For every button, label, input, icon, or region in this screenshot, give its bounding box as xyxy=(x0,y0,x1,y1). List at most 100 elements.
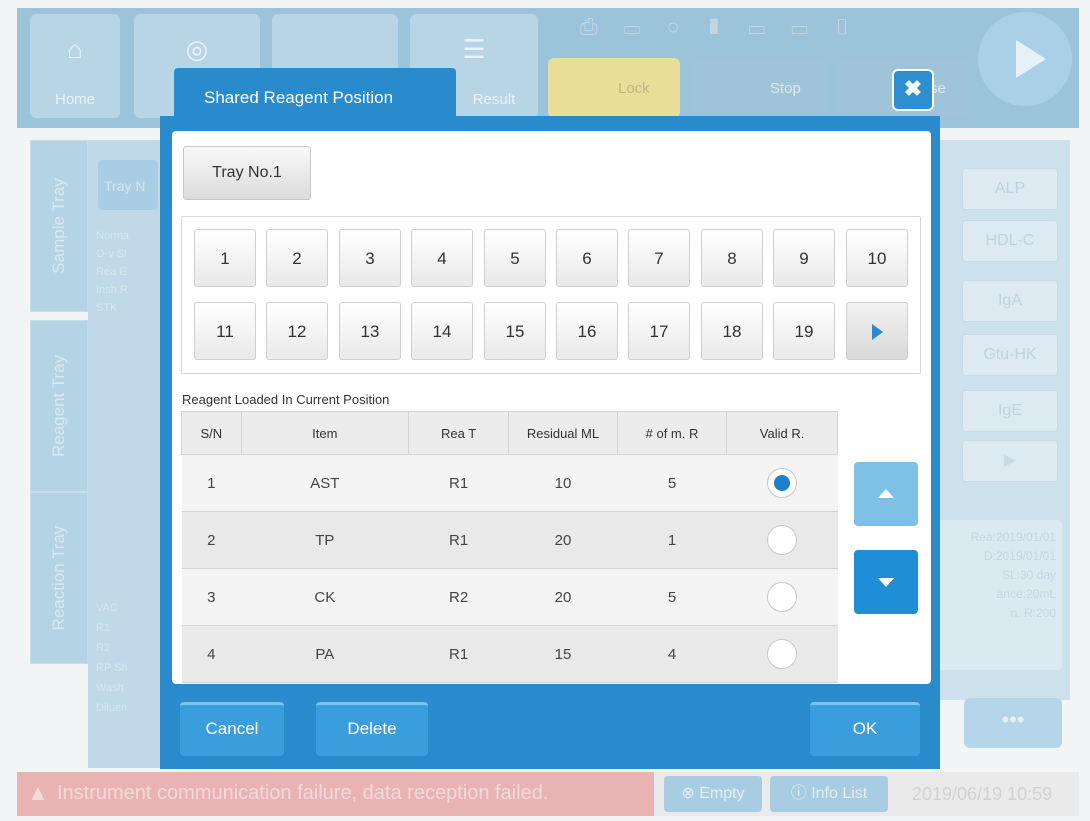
valid-radio[interactable] xyxy=(767,582,798,612)
stop-button[interactable]: Stop xyxy=(690,58,826,118)
position-button-19[interactable]: 19 xyxy=(773,302,835,360)
empty-label: Empty xyxy=(699,785,745,802)
item-button[interactable]: Gtu-HK xyxy=(962,334,1058,376)
table-row[interactable]: 3 CK R2 20 5 xyxy=(181,568,838,626)
position-button-9[interactable]: 9 xyxy=(773,229,835,287)
legend-item: Insh R xyxy=(96,284,128,296)
position-button-8[interactable]: 8 xyxy=(701,229,763,287)
stop-label: Stop xyxy=(770,80,801,97)
warning-icon: ▲ xyxy=(27,780,49,805)
error-banner[interactable]: ▲ Instrument communication failure, data… xyxy=(17,772,654,816)
lock-button[interactable]: Lock xyxy=(548,58,680,118)
cell-valid xyxy=(726,568,838,626)
item-button[interactable]: IgE xyxy=(962,390,1058,432)
tab-sample-tray[interactable]: Sample Tray xyxy=(30,140,88,312)
datetime: 2019/06/19 10:59 xyxy=(912,784,1053,804)
delete-button[interactable]: Delete xyxy=(316,702,428,756)
position-button-7[interactable]: 7 xyxy=(628,229,690,287)
cell-sn: 3 xyxy=(181,568,242,626)
cell-num-mr: 5 xyxy=(617,568,727,626)
item-button[interactable]: IgA xyxy=(962,280,1058,322)
cell-sn: 2 xyxy=(181,511,242,569)
item-button[interactable]: ALP xyxy=(962,168,1058,210)
result-icon: ☰ xyxy=(462,34,486,64)
tab-sample-tray-label: Sample Tray xyxy=(49,178,68,274)
play-button[interactable] xyxy=(978,12,1072,106)
scroll-down-button[interactable] xyxy=(854,550,918,614)
col-residual: Residual ML xyxy=(508,411,618,455)
cell-valid xyxy=(726,625,838,683)
status-icons: ⎙▭○▮▭▭▯ xyxy=(580,14,877,39)
position-button-15[interactable]: 15 xyxy=(484,302,546,360)
legend-item: Diluen xyxy=(96,702,128,714)
cell-rea-t: R1 xyxy=(408,511,509,569)
position-button-13[interactable]: 13 xyxy=(339,302,401,360)
reagent-info-box: Rea:2019/01/01 D:2019/01/01 SL:30 day an… xyxy=(938,520,1062,670)
position-button-4[interactable]: 4 xyxy=(411,229,473,287)
scroll-up-button[interactable] xyxy=(854,462,918,526)
cell-rea-t: R1 xyxy=(408,454,509,512)
info-list-button[interactable]: ⓘ Info List xyxy=(770,776,888,812)
next-page-button[interactable] xyxy=(846,302,908,360)
lock-label: Lock xyxy=(618,80,650,97)
film-reel-icon: ◎ xyxy=(185,34,209,64)
position-button-6[interactable]: 6 xyxy=(556,229,618,287)
valid-radio[interactable] xyxy=(767,639,798,669)
cell-num-mr: 4 xyxy=(617,625,727,683)
reagent-table: S/N Item Rea T Residual ML # of m. R Val… xyxy=(181,411,838,683)
col-sn: S/N xyxy=(181,411,242,455)
tab-reagent-tray[interactable]: Reagent Tray xyxy=(30,320,88,492)
legend-item: Wash xyxy=(96,682,124,694)
cell-num-mr: 1 xyxy=(617,511,727,569)
tray-select-button[interactable]: Tray No.1 xyxy=(183,146,311,200)
col-num-mr: # of m. R xyxy=(616,411,728,455)
item-button[interactable]: HDL-C xyxy=(962,220,1058,262)
position-button-12[interactable]: 12 xyxy=(266,302,328,360)
table-row[interactable]: 4 PA R1 15 4 xyxy=(181,625,838,683)
cell-residual: 10 xyxy=(508,454,618,512)
valid-radio[interactable] xyxy=(767,525,798,555)
more-button[interactable]: ••• xyxy=(964,698,1062,748)
position-button-16[interactable]: 16 xyxy=(556,302,618,360)
cancel-button[interactable]: Cancel xyxy=(180,702,284,756)
tab-reagent-tray-label: Reagent Tray xyxy=(49,354,68,458)
cell-sn: 1 xyxy=(181,454,242,512)
info-line: n. R:200 xyxy=(1010,606,1056,620)
ok-button[interactable]: OK xyxy=(810,702,920,756)
cell-residual: 20 xyxy=(508,568,618,626)
home-button[interactable]: ⌂ Home xyxy=(30,14,120,118)
position-button-14[interactable]: 14 xyxy=(411,302,473,360)
col-item: Item xyxy=(240,411,410,455)
position-button-10[interactable]: 10 xyxy=(846,229,908,287)
position-button-3[interactable]: 3 xyxy=(339,229,401,287)
table-caption: Reagent Loaded In Current Position xyxy=(182,392,390,407)
info-line: SL:30 day xyxy=(1001,568,1056,582)
side-tabs: Sample Tray Reagent Tray Reaction Tray xyxy=(30,140,88,688)
legend-item: Rea E xyxy=(96,266,127,278)
valid-radio[interactable] xyxy=(767,468,798,498)
cell-num-mr: 5 xyxy=(617,454,727,512)
position-button-18[interactable]: 18 xyxy=(701,302,763,360)
home-label: Home xyxy=(54,91,95,108)
cell-residual: 20 xyxy=(508,511,618,569)
table-row[interactable]: 1 AST R1 10 5 xyxy=(181,454,838,512)
info-line: Rea:2019/01/01 xyxy=(970,530,1056,544)
empty-button[interactable]: ⊗ Empty xyxy=(664,776,762,812)
cell-rea-t: R2 xyxy=(408,568,509,626)
cell-valid xyxy=(726,511,838,569)
close-button[interactable]: ✖ xyxy=(892,69,934,111)
tab-reaction-tray[interactable]: Reaction Tray xyxy=(30,492,88,664)
cell-rea-t: R1 xyxy=(408,625,509,683)
next-items-button[interactable]: ▶ xyxy=(962,440,1058,482)
table-header-row: S/N Item Rea T Residual ML # of m. R Val… xyxy=(181,411,838,455)
table-row[interactable]: 2 TP R1 20 1 xyxy=(181,511,838,569)
position-button-17[interactable]: 17 xyxy=(628,302,690,360)
position-button-2[interactable]: 2 xyxy=(266,229,328,287)
legend-item: RP Sh xyxy=(96,662,128,674)
position-button-1[interactable]: 1 xyxy=(194,229,256,287)
position-button-11[interactable]: 11 xyxy=(194,302,256,360)
position-button-5[interactable]: 5 xyxy=(484,229,546,287)
info-line: D:2019/01/01 xyxy=(983,549,1056,563)
result-label: Result xyxy=(472,91,516,108)
empty-icon: ⊗ xyxy=(681,785,700,802)
